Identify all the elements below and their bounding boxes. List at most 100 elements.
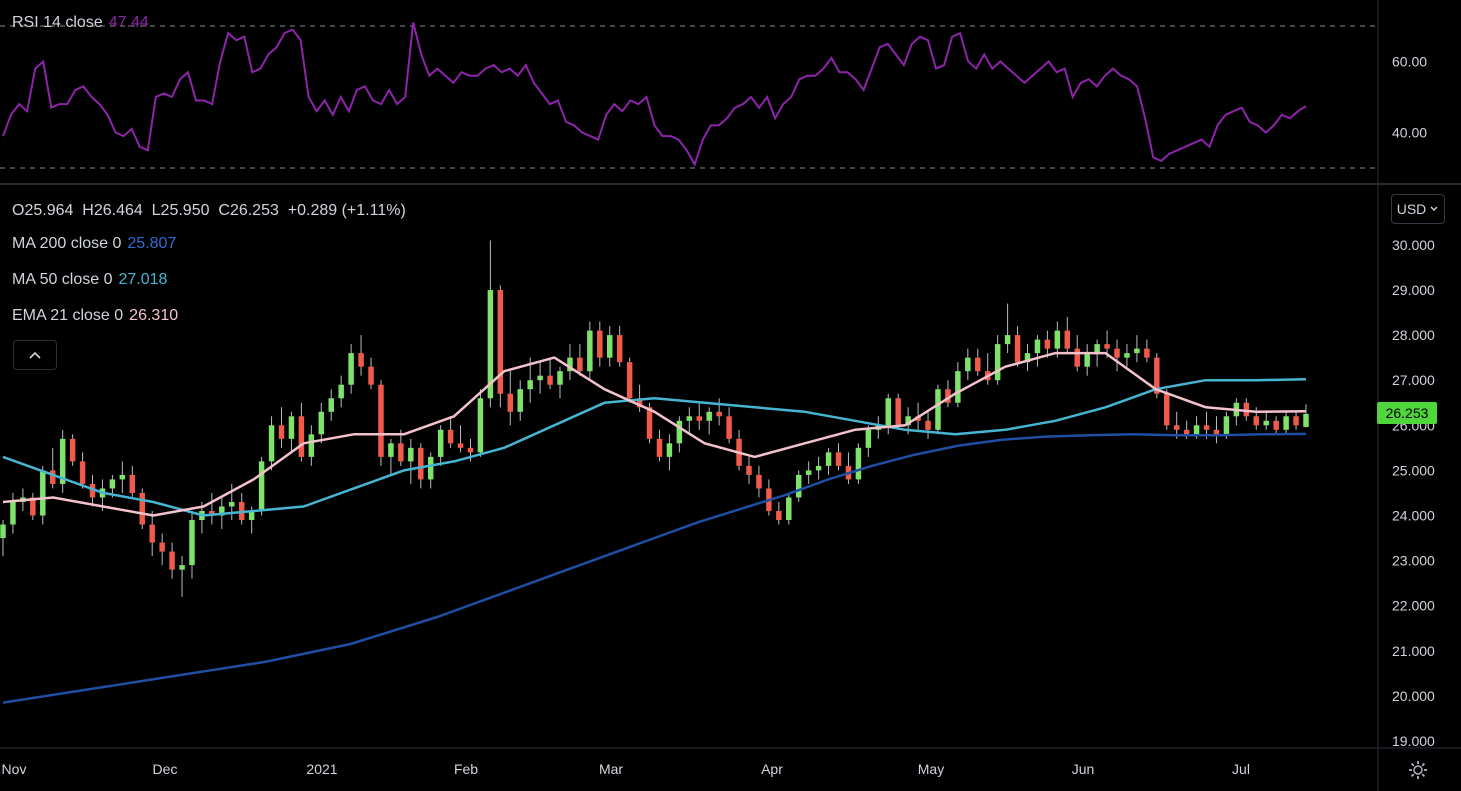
candle-body [626, 362, 633, 399]
candle-body [1213, 429, 1220, 435]
candle [338, 375, 344, 408]
candle [676, 416, 683, 453]
price-tick-label: 27.000 [1392, 372, 1435, 388]
candle [318, 402, 325, 444]
candle-body [616, 335, 623, 363]
candle-body [1173, 425, 1180, 430]
candle-body [418, 447, 424, 480]
candle [288, 411, 295, 453]
candle-body [129, 474, 136, 493]
candle [865, 425, 872, 457]
time-tick-label: Mar [599, 761, 623, 777]
ma200-legend[interactable]: MA 200 close 0 25.807 [12, 235, 176, 253]
candle [1273, 416, 1279, 435]
price-chart[interactable]: 60.0040.00 30.00029.00028.00027.00026.00… [0, 0, 1461, 791]
candle-body [497, 290, 504, 394]
candle [427, 452, 434, 489]
candle [517, 380, 523, 421]
candle [616, 326, 623, 367]
time-tick-label: Dec [153, 761, 178, 777]
candle [756, 465, 762, 498]
candle-body [776, 510, 782, 521]
rsi-legend-value: 47.44 [108, 14, 149, 31]
time-tick-label: Nov [2, 761, 27, 777]
candle-body [1273, 420, 1279, 430]
candle [408, 438, 414, 484]
rsi-axis: 60.00 40.00 [1392, 54, 1427, 141]
candle-body [1044, 339, 1051, 349]
ma50-legend-label: MA 50 close 0 [12, 271, 113, 288]
ma50-legend[interactable]: MA 50 close 0 27.018 [12, 271, 167, 289]
candle [656, 429, 663, 462]
currency-label: USD [1396, 201, 1427, 217]
candle [189, 510, 195, 579]
candle [825, 447, 832, 475]
candle-body [189, 520, 195, 566]
candle-body [368, 366, 374, 385]
candle [766, 479, 772, 516]
ema21-legend-value: 26.310 [129, 307, 179, 324]
candle [139, 488, 145, 530]
rsi-legend-label: RSI 14 close [12, 14, 103, 31]
candle-body [457, 443, 464, 448]
candlesticks [0, 240, 1309, 597]
candle [278, 407, 285, 448]
candle [1114, 339, 1120, 372]
ema21-legend[interactable]: EMA 21 close 0 26.310 [12, 307, 178, 325]
candle [209, 492, 215, 525]
candle [746, 456, 752, 484]
ma200-legend-value: 25.807 [127, 235, 177, 252]
candle-body [358, 353, 364, 367]
candle-body [338, 384, 344, 399]
candle [835, 443, 842, 471]
candle [597, 321, 603, 367]
candle [69, 434, 76, 466]
candle [965, 348, 971, 381]
candle-body [427, 456, 434, 480]
candle [358, 335, 364, 376]
candle-body [179, 565, 185, 570]
candle [607, 326, 613, 367]
price-tick-label: 30.000 [1392, 237, 1435, 253]
currency-select[interactable]: USD [1391, 194, 1445, 224]
candle-body [69, 438, 76, 462]
candle-body [1193, 425, 1200, 435]
candle-body [925, 420, 931, 430]
ema21-legend-label: EMA 21 close 0 [12, 307, 124, 324]
candle [855, 443, 862, 484]
candle [507, 371, 514, 426]
candle-body [825, 452, 832, 466]
candle-body [1124, 353, 1130, 358]
candle-body [815, 465, 822, 471]
candle [1084, 344, 1090, 376]
candle-body [1263, 420, 1269, 426]
candle-body [656, 438, 663, 457]
candle [1014, 326, 1021, 367]
candle-body [398, 443, 404, 462]
candle-body [268, 425, 275, 462]
candle [815, 456, 822, 480]
candle [179, 556, 185, 597]
gear-icon[interactable] [1406, 758, 1430, 782]
candle-body [378, 384, 384, 457]
candle [59, 429, 66, 493]
candle-body [676, 420, 683, 444]
candle-body [109, 479, 116, 489]
candle-body [666, 443, 673, 457]
candle-body [328, 398, 334, 412]
candle-body [716, 411, 722, 417]
candle [1144, 339, 1150, 363]
candle [984, 353, 991, 385]
candle-body [1283, 416, 1289, 430]
candle [686, 407, 693, 435]
candle-body [49, 470, 56, 484]
candle-body [835, 452, 842, 466]
candle [308, 425, 315, 466]
candle [1283, 411, 1289, 435]
candle [79, 452, 86, 489]
candle-body [1114, 348, 1120, 358]
candle-body [1164, 393, 1170, 426]
collapse-legend-button[interactable] [13, 340, 57, 370]
candle-body [119, 474, 126, 480]
time-tick-label: Jul [1232, 761, 1250, 777]
